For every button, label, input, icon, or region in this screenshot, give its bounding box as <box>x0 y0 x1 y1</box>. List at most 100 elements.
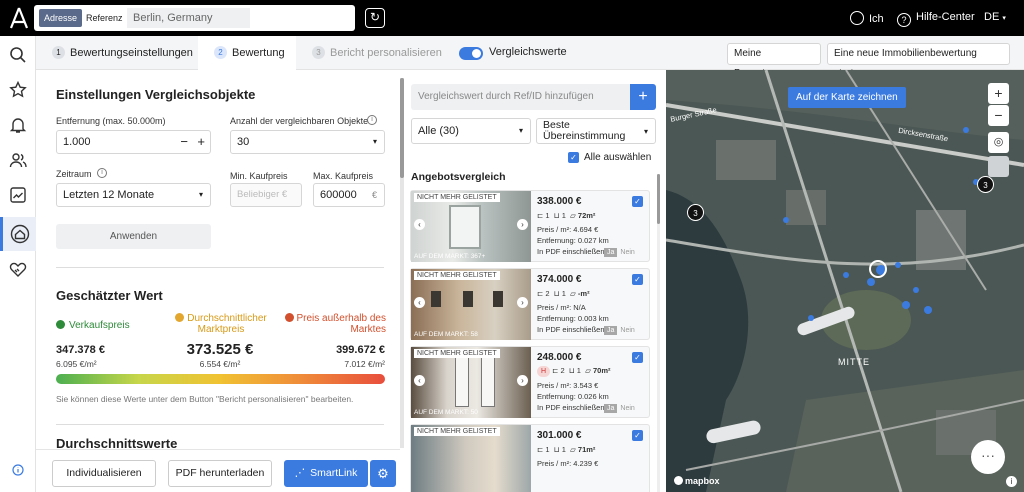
toggle-yes[interactable]: Ja <box>604 248 618 257</box>
map-style-button[interactable] <box>988 156 1009 177</box>
price-range-bar <box>56 374 385 384</box>
chevron-right-icon[interactable]: › <box>517 219 528 230</box>
divider <box>56 424 384 425</box>
pdf-toggle[interactable]: Ja Nein <box>604 326 638 335</box>
list-scrollbar[interactable] <box>657 174 660 492</box>
area-icon: ▱ <box>570 289 576 298</box>
mapbox-label: mapbox <box>685 476 720 486</box>
low-value: 347.378 € <box>56 344 105 356</box>
mid-value: 373.525 € <box>186 341 254 358</box>
info-icon[interactable]: i <box>1006 476 1017 487</box>
toggle-yes[interactable]: Ja <box>604 404 618 413</box>
count-value: 30 <box>237 136 250 148</box>
valuation-panel: Einstellungen Vergleichsobjekte Entfernu… <box>36 70 400 492</box>
add-compare-button[interactable]: + <box>630 84 656 110</box>
toggle-yes[interactable]: Ja <box>604 326 618 335</box>
smartlink-button[interactable]: ⋰ SmartLink <box>284 460 368 487</box>
plus-icon[interactable]: + <box>197 131 205 153</box>
chevron-right-icon[interactable]: › <box>517 297 528 308</box>
listing-price: 338.000 € <box>537 196 582 207</box>
rooms-count: 2 <box>560 366 565 375</box>
count-select[interactable]: 30 ▾ <box>230 130 385 154</box>
map-view[interactable]: Auf der Karte zeichnen + − ◎ 3 3 MITTE B… <box>666 70 1024 492</box>
toggle-no[interactable]: Nein <box>617 404 637 413</box>
baths-count: 1 <box>576 366 581 375</box>
listing-checkbox[interactable]: ✓ <box>632 430 643 441</box>
chevron-right-icon[interactable]: › <box>517 375 528 386</box>
tab-personalize-report[interactable]: 3 Bericht personalisieren <box>296 36 446 70</box>
satellite-map <box>666 70 1024 492</box>
info-icon[interactable]: i <box>97 168 107 178</box>
sort-select[interactable]: Beste Übereinstimmung ▾ <box>536 118 656 144</box>
help-center[interactable]: ? Hilfe-Center <box>897 11 975 27</box>
info-icon[interactable]: i <box>367 115 377 125</box>
apply-button[interactable]: Anwenden <box>56 224 211 249</box>
bell-icon[interactable] <box>0 108 36 142</box>
valuation-home-icon[interactable] <box>0 217 36 251</box>
tab-valuation-settings[interactable]: 1 Bewertungseinstellungen <box>36 36 196 70</box>
listing-checkbox[interactable]: ✓ <box>632 196 643 207</box>
locate-icon[interactable]: ◎ <box>988 132 1009 153</box>
add-compare-input[interactable]: Vergleichswert durch Ref/ID hinzufügen <box>411 84 631 110</box>
estimate-title: Geschätzter Wert <box>56 288 163 303</box>
pdf-toggle[interactable]: Ja Nein <box>604 248 638 257</box>
max-price-input[interactable]: 600000 € <box>313 183 385 207</box>
gear-icon[interactable]: ⚙ <box>370 460 396 487</box>
draw-on-map-button[interactable]: Auf der Karte zeichnen <box>788 87 906 108</box>
address-search: Adresse Referenz <box>34 5 355 31</box>
compare-values-toggle[interactable] <box>459 47 483 60</box>
chart-icon[interactable] <box>0 178 36 212</box>
handshake-icon[interactable] <box>0 253 36 287</box>
toggle-no[interactable]: Nein <box>617 248 637 257</box>
min-price-input[interactable]: Beliebiger € <box>230 183 302 207</box>
pdf-download-button[interactable]: PDF herunterladen <box>168 460 272 487</box>
period-select[interactable]: Letzten 12 Monate ▾ <box>56 183 211 207</box>
mid-sqm: 6.554 €/m² <box>199 359 241 369</box>
chevron-left-icon[interactable]: ‹ <box>414 219 425 230</box>
minus-icon[interactable]: − <box>180 131 188 153</box>
customize-button[interactable]: Individualisieren <box>52 460 156 487</box>
chevron-left-icon[interactable]: ‹ <box>414 297 425 308</box>
market-days: AUF DEM MARKT: 58 <box>414 331 478 338</box>
address-input[interactable] <box>127 8 250 28</box>
chevron-left-icon[interactable]: ‹ <box>414 375 425 386</box>
chat-button[interactable]: ··· <box>971 440 1005 474</box>
filter-select[interactable]: Alle (30) ▾ <box>411 118 531 144</box>
select-all-checkbox[interactable]: ✓ <box>568 152 579 163</box>
listing-checkbox[interactable]: ✓ <box>632 352 643 363</box>
user-menu[interactable]: Ich <box>850 11 884 25</box>
out-of-market-label: Preis außerhalb des Marktes <box>296 313 387 335</box>
reference-tab[interactable]: Referenz <box>81 9 128 27</box>
info-icon[interactable] <box>0 460 36 480</box>
listing-photo: NICHT MEHR GELISTET AUF DEM MARKT: 50 ‹ … <box>411 347 531 418</box>
users-icon[interactable] <box>0 143 36 177</box>
address-tab[interactable]: Adresse <box>39 9 83 27</box>
zoom-out-button[interactable]: − <box>988 105 1009 126</box>
list-item[interactable]: NICHT MEHR GELISTET AUF DEM MARKT: 367+ … <box>410 190 650 262</box>
tab-valuation[interactable]: 2 Bewertung <box>198 36 296 70</box>
offers-title: Angebotsvergleich <box>411 171 506 183</box>
list-item[interactable]: NICHT MEHR GELISTET AUF DEM MARKT: 58 ‹ … <box>410 268 650 340</box>
my-valuations-button[interactable]: Meine Bewertungen <box>727 43 821 79</box>
mapbox-logo: mapbox <box>674 476 720 486</box>
status-badge: NICHT MEHR GELISTET <box>414 193 500 202</box>
listing-sqm-price: Preis / m²: 3.543 € <box>537 381 599 390</box>
search-icon[interactable] <box>0 38 36 72</box>
reload-icon[interactable]: ↻ <box>365 8 385 28</box>
new-valuation-button[interactable]: Eine neue Immobilienbewertung starten <box>827 43 1010 79</box>
listing-checkbox[interactable]: ✓ <box>632 274 643 285</box>
distance-input[interactable]: 1.000 − + <box>56 130 211 154</box>
cluster-marker[interactable]: 3 <box>977 176 994 193</box>
cluster-marker[interactable]: 3 <box>687 204 704 221</box>
chevron-down-icon: ▾ <box>643 127 648 136</box>
app-logo[interactable] <box>9 7 29 29</box>
language-select[interactable]: DE ▾ <box>984 11 1006 23</box>
list-item[interactable]: NICHT MEHR GELISTET 301.000 € ⊏ 1 ⊔ 1 ▱ … <box>410 424 650 492</box>
pdf-toggle[interactable]: Ja Nein <box>604 404 638 413</box>
star-icon[interactable] <box>0 73 36 107</box>
list-item[interactable]: NICHT MEHR GELISTET AUF DEM MARKT: 50 ‹ … <box>410 346 650 418</box>
zoom-in-button[interactable]: + <box>988 83 1009 104</box>
currency-unit: € <box>371 190 377 200</box>
toggle-no[interactable]: Nein <box>617 326 637 335</box>
avg-price-label: Durchschnittlicher Marktpreis <box>187 313 267 335</box>
